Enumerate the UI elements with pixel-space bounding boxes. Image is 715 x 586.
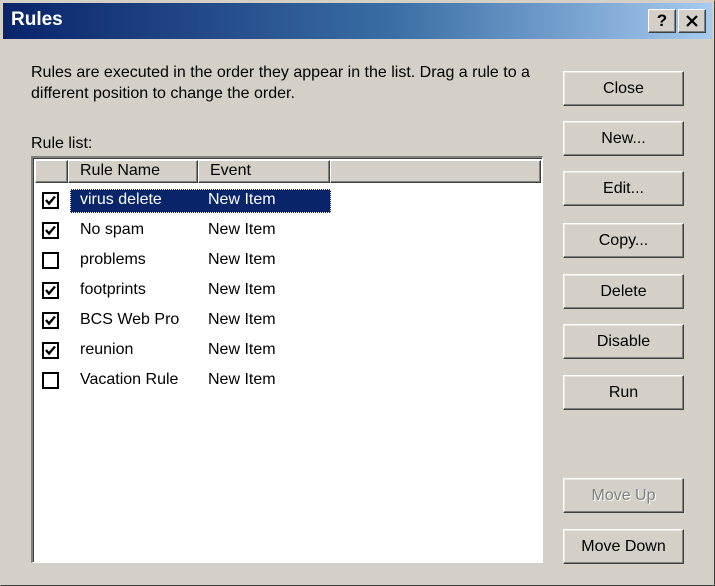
rule-enabled-checkbox[interactable]	[42, 252, 59, 269]
column-header-event[interactable]: Event	[198, 160, 330, 183]
help-button[interactable]: ?	[648, 9, 676, 33]
rule-enabled-checkbox[interactable]	[42, 372, 59, 389]
disable-rule-button[interactable]: Disable	[563, 324, 684, 359]
rule-enabled-checkbox[interactable]	[42, 192, 59, 209]
close-button[interactable]: Close	[563, 71, 684, 106]
checkmark-icon	[45, 315, 56, 326]
title-bar[interactable]: Rules ?	[3, 3, 712, 39]
run-rule-button[interactable]: Run	[563, 375, 684, 410]
rule-enabled-checkbox[interactable]	[42, 282, 59, 299]
rule-event-cell: New Item	[208, 221, 276, 238]
checkmark-icon	[45, 195, 56, 206]
new-rule-button[interactable]: New...	[563, 121, 684, 156]
rule-row[interactable]: Vacation Rule New Item	[33, 366, 333, 396]
move-down-button[interactable]: Move Down	[563, 529, 684, 564]
rule-event-cell: New Item	[208, 251, 276, 268]
column-header-rule-name[interactable]: Rule Name	[68, 160, 198, 183]
rule-row[interactable]: BCS Web Pro New Item	[33, 306, 333, 336]
window-title: Rules	[11, 9, 63, 30]
rule-list[interactable]: Rule Name Event virus delete New Item No s…	[31, 156, 543, 563]
checkmark-icon	[45, 225, 56, 236]
rule-list-label: Rule list:	[31, 135, 93, 152]
rule-row[interactable]: reunion New Item	[33, 336, 333, 366]
description-text: Rules are executed in the order they app…	[31, 64, 530, 102]
column-header-enabled[interactable]	[35, 160, 68, 183]
rule-enabled-checkbox[interactable]	[42, 312, 59, 329]
rule-name-cell: No spam	[80, 221, 145, 238]
rule-enabled-checkbox[interactable]	[42, 342, 59, 359]
rule-row[interactable]: virus delete New Item	[33, 186, 333, 216]
delete-rule-button[interactable]: Delete	[563, 274, 684, 309]
rule-row[interactable]: No spam New Item	[33, 216, 333, 246]
copy-rule-button[interactable]: Copy...	[563, 223, 684, 258]
rule-event-cell: New Item	[208, 341, 276, 358]
rule-name-cell: virus delete	[80, 191, 162, 208]
rule-enabled-checkbox[interactable]	[42, 222, 59, 239]
rule-name-cell: reunion	[80, 341, 134, 358]
rule-event-cell: New Item	[208, 281, 276, 298]
close-window-button[interactable]	[678, 9, 706, 33]
rule-name-cell: footprints	[80, 281, 146, 298]
rules-dialog: Rules ? Rules are executed in the order …	[0, 0, 715, 586]
rule-name-cell: Vacation Rule	[80, 371, 179, 388]
column-header-filler	[330, 160, 541, 183]
rule-event-cell: New Item	[208, 371, 276, 388]
move-up-button[interactable]: Move Up	[563, 478, 684, 513]
close-icon	[686, 15, 698, 27]
checkmark-icon	[45, 345, 56, 356]
rule-event-cell: New Item	[208, 191, 276, 208]
rule-name-cell: BCS Web Pro	[80, 311, 180, 328]
edit-rule-button[interactable]: Edit...	[563, 171, 684, 206]
rule-event-cell: New Item	[208, 311, 276, 328]
rule-row[interactable]: footprints New Item	[33, 276, 333, 306]
checkmark-icon	[45, 285, 56, 296]
rule-name-cell: problems	[80, 251, 146, 268]
rule-row[interactable]: problems New Item	[33, 246, 333, 276]
